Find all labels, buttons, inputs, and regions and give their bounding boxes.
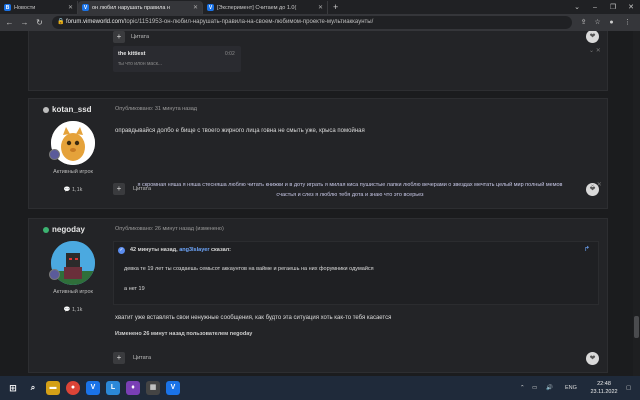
quote-label: Цитата bbox=[133, 355, 152, 361]
profile-icon[interactable]: ● bbox=[606, 17, 617, 28]
clock[interactable]: 22:48 23.11.2022 bbox=[588, 380, 620, 396]
clock-date: 23.11.2022 bbox=[590, 389, 618, 395]
taskbar: ⊞ ⌕ ▬ ● V L ♦ ▦ V ⌃ ▭ 🔊 ENG 22:48 23.11.… bbox=[0, 376, 640, 400]
vimeworld-icon: V bbox=[82, 4, 89, 11]
close-window-button[interactable]: ✕ bbox=[622, 0, 640, 14]
post-username[interactable]: negoday bbox=[43, 225, 85, 234]
vk-icon: В bbox=[4, 4, 11, 11]
audio-title: the kittiest bbox=[118, 51, 146, 57]
post-signature: я скромная няша я няша стесняша люблю чи… bbox=[110, 180, 590, 200]
share-arrow-icon[interactable]: ↱ bbox=[584, 245, 590, 253]
search-icon[interactable]: ⌕ bbox=[26, 381, 40, 395]
tab-strip: В Новости ✕ V он любил нарушать правила … bbox=[0, 0, 640, 14]
app-icon[interactable]: ♦ bbox=[126, 381, 140, 395]
post-username[interactable]: kotan_ssd bbox=[43, 105, 92, 114]
vimeworld-icon[interactable]: V bbox=[86, 381, 100, 395]
quote-header: 42 минуты назад, ang3lslayer сказал: bbox=[130, 247, 231, 253]
tab-label: [Эксперимент] Считаем до 1.0( bbox=[217, 4, 297, 11]
status-dot bbox=[43, 106, 49, 113]
address-bar[interactable]: 🔒 forum.vimeworld.com/topic/1151953-он-л… bbox=[52, 16, 572, 29]
audio-embed[interactable]: the kittiest ты что илон маск... 0:02 bbox=[113, 46, 241, 72]
audio-time: 0:02 bbox=[225, 51, 235, 57]
post-date: Опубликовано: 26 минут назад (изменено) bbox=[115, 226, 224, 232]
forum-page: + Цитата ❤ the kittiest ты что илон маск… bbox=[0, 31, 640, 376]
maximize-button[interactable]: ❐ bbox=[604, 0, 622, 14]
audio-subtitle: ты что илон маск... bbox=[118, 61, 163, 67]
tray-chevron-icon[interactable]: ⌃ bbox=[520, 376, 525, 400]
close-icon[interactable]: ⌄ ✕ bbox=[590, 181, 602, 188]
tab-label: Новости bbox=[14, 4, 36, 11]
quote-button[interactable]: + bbox=[113, 31, 125, 43]
minimize-button[interactable]: – bbox=[586, 0, 604, 14]
user-rank: Активный игрок bbox=[53, 289, 93, 295]
scrollbar-thumb[interactable] bbox=[634, 316, 639, 338]
launcher-icon[interactable]: L bbox=[106, 381, 120, 395]
language-indicator[interactable]: ENG bbox=[565, 376, 577, 400]
rank-badge-icon bbox=[49, 149, 60, 160]
tab-experiment[interactable]: V [Эксперимент] Считаем до 1.0( ✕ bbox=[203, 1, 328, 14]
tab-news[interactable]: В Новости ✕ bbox=[0, 1, 78, 14]
status-dot bbox=[43, 226, 49, 233]
comments-icon: 💬 bbox=[63, 307, 71, 313]
rank-badge-icon bbox=[49, 269, 60, 280]
new-tab-button[interactable]: + bbox=[328, 1, 343, 14]
chevron-down-icon[interactable]: ⌄ bbox=[568, 0, 586, 14]
post-body: оправдывайся долбо е бище с твоего жирно… bbox=[115, 128, 365, 134]
quoted-text: а нет 19 bbox=[124, 286, 145, 292]
quote-label: Цитата bbox=[131, 34, 150, 40]
windows-start-icon[interactable]: ⊞ bbox=[6, 381, 20, 395]
notifications-icon[interactable]: ▢ bbox=[626, 376, 631, 400]
quote-author-link[interactable]: ang3lslayer bbox=[179, 247, 209, 253]
quoted-text: девка те 19 лет ты создаешь семьсот акка… bbox=[124, 266, 374, 272]
comments-icon: 💬 bbox=[63, 187, 71, 193]
close-icon[interactable]: ✕ bbox=[65, 4, 73, 11]
like-button[interactable]: ❤ bbox=[586, 31, 599, 43]
post-negoday: negoday Активный игрок 💬 1,1k Опубликова… bbox=[28, 218, 608, 373]
chrome-icon[interactable]: ● bbox=[66, 381, 80, 395]
menu-icon[interactable]: ⋮ bbox=[622, 17, 633, 28]
network-icon[interactable]: ▭ bbox=[532, 376, 537, 400]
scrollbar[interactable] bbox=[633, 31, 640, 376]
user-reputation: 💬 1,1k bbox=[63, 307, 83, 313]
previous-post-fragment: + Цитата ❤ the kittiest ты что илон маск… bbox=[28, 31, 608, 91]
browser-toolbar: ← → ↻ 🔒 forum.vimeworld.com/topic/115195… bbox=[0, 14, 640, 31]
quote-button[interactable]: + bbox=[113, 352, 125, 364]
post-body: хватит уже вставлять свои ненужные сообщ… bbox=[115, 315, 392, 321]
tab-topic[interactable]: V он любил нарушать правила н ✕ bbox=[78, 1, 203, 14]
close-icon[interactable]: ✕ bbox=[315, 4, 323, 11]
vimeworld-icon: V bbox=[207, 4, 214, 11]
url-path: /topic/1151953-он-любил-нарушать-правила… bbox=[123, 19, 374, 25]
user-rank: Активный игрок bbox=[53, 169, 93, 175]
back-button[interactable]: ← bbox=[4, 17, 15, 28]
check-icon: ✓ bbox=[118, 247, 125, 254]
minecraft-icon[interactable]: ▦ bbox=[146, 381, 160, 395]
lock-icon: 🔒 bbox=[57, 19, 65, 25]
edited-note: Изменено 26 минут назад пользователем ne… bbox=[115, 331, 253, 337]
post-date: Опубликовано: 31 минута назад bbox=[115, 106, 198, 112]
user-reputation: 💬 1,1k bbox=[63, 187, 83, 193]
quote-block: ✓ 42 минуты назад, ang3lslayer сказал: ↱… bbox=[113, 241, 599, 305]
like-button[interactable]: ❤ bbox=[586, 352, 599, 365]
forward-button[interactable]: → bbox=[19, 17, 30, 28]
signature-line: я скромная няша я няша стесняша люблю чи… bbox=[137, 182, 563, 188]
url-host: forum.vimeworld.com bbox=[66, 19, 124, 25]
tab-label: он любил нарушать правила н bbox=[92, 4, 170, 11]
share-icon[interactable]: ⇪ bbox=[578, 17, 589, 28]
close-icon[interactable]: ⌄ ✕ bbox=[589, 47, 601, 54]
volume-icon[interactable]: 🔊 bbox=[546, 376, 553, 400]
clock-time: 22:48 bbox=[597, 381, 611, 387]
signature-line: счастья и слез я люблю тебя дота и знаю … bbox=[276, 192, 424, 198]
star-icon[interactable]: ☆ bbox=[592, 17, 603, 28]
vimeworld-icon[interactable]: V bbox=[166, 381, 180, 395]
reload-button[interactable]: ↻ bbox=[34, 17, 45, 28]
file-explorer-icon[interactable]: ▬ bbox=[46, 381, 60, 395]
close-icon[interactable]: ✕ bbox=[190, 4, 198, 11]
